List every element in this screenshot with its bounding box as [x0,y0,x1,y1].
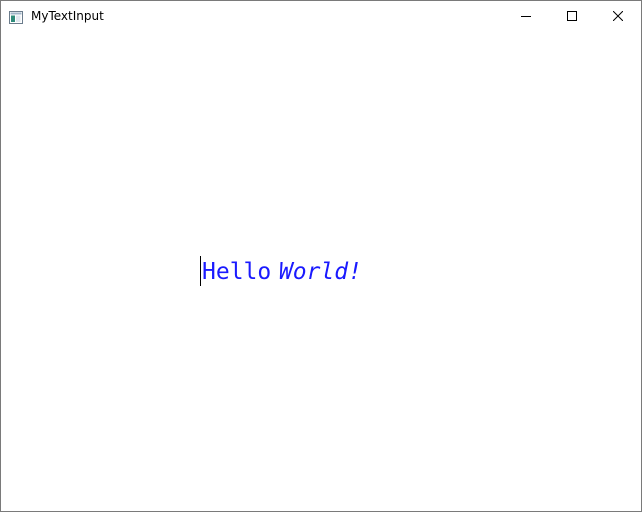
close-icon [613,11,623,21]
minimize-icon [521,16,531,17]
minimize-button[interactable] [503,1,549,31]
close-button[interactable] [595,1,641,31]
regular-text: Hello [202,259,272,285]
app-window-icon [9,9,23,24]
application-window: MyTextInput Hello World! [0,0,642,512]
text-separator [271,257,279,285]
title-bar[interactable]: MyTextInput [1,1,641,31]
italic-text: World! [278,259,362,285]
rich-text-input[interactable]: Hello World! [200,254,362,288]
maximize-button[interactable] [549,1,595,31]
window-title: MyTextInput [31,9,104,23]
text-caret [200,256,201,286]
maximize-icon [567,11,577,21]
client-area[interactable]: Hello World! [1,31,641,511]
